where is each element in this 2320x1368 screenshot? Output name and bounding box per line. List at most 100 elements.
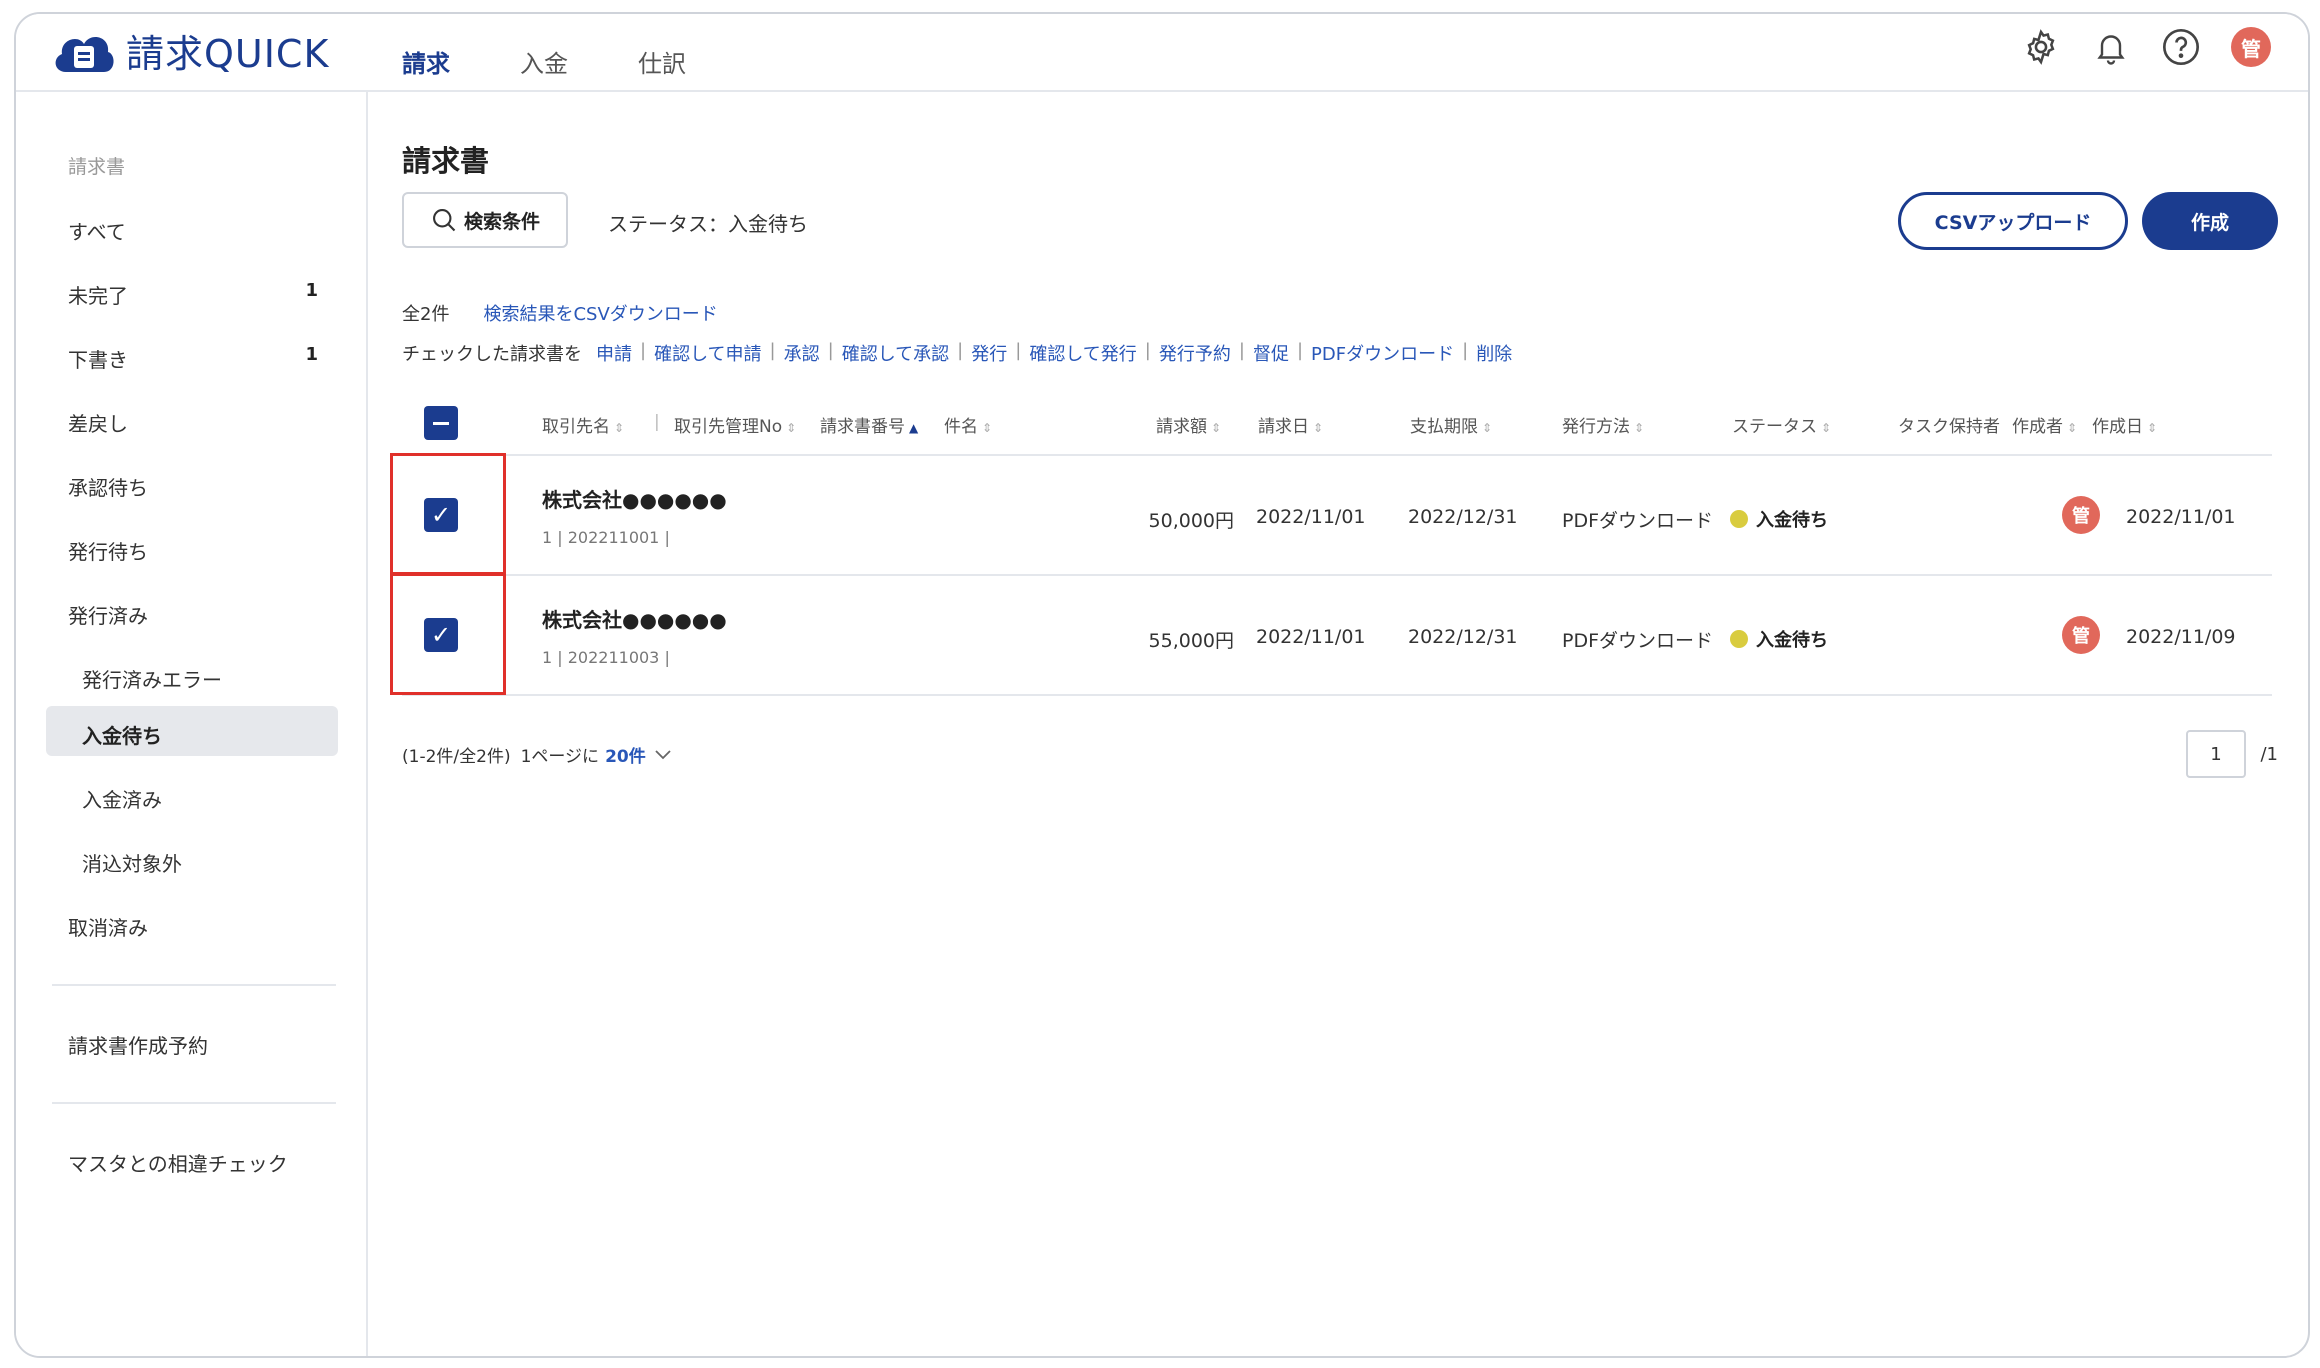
sidebar-item-reservation[interactable]: 請求書作成予約 [68, 1030, 318, 1059]
col-due[interactable]: 支払期限 ⇕ [1410, 412, 1492, 437]
sidebar-item-label: 承認待ち [68, 476, 148, 500]
separator: | [640, 340, 647, 361]
gear-icon[interactable] [2020, 26, 2062, 68]
header-icons: 管 [1992, 26, 2272, 68]
col-label: 支払期限 [1410, 417, 1478, 437]
sidebar-item-incomplete[interactable]: 未完了 1 [68, 280, 318, 309]
sidebar-item-master-check[interactable]: マスタとの相違チェック [68, 1148, 318, 1177]
col-amount[interactable]: 請求額 ⇕ [1156, 412, 1221, 437]
issue-method: PDFダウンロード [1562, 630, 1714, 652]
separator: | [1238, 340, 1245, 361]
page-number-input[interactable]: 1 [2186, 730, 2246, 778]
table-header: 取引先名 ⇕ | 取引先管理No ⇕ 請求書番号 ▲ 件名 ⇕ 請求額 ⇕ 請求日 ⇕ 支払… [402, 394, 2272, 456]
sort-icon: ⇕ [614, 421, 625, 435]
sort-icon: ⇕ [982, 421, 993, 435]
col-label: 取引先管理No [674, 417, 783, 437]
sidebar-item-issued-error[interactable]: 発行済みエラー [82, 664, 318, 693]
col-creator[interactable]: 作成者 ⇕ [2012, 412, 2077, 437]
sidebar-item-label: 入金済み [82, 788, 162, 812]
client-name[interactable]: 株式会社●●●●●● [542, 604, 727, 633]
sidebar-item-draft[interactable]: 下書き 1 [68, 344, 318, 373]
status-badge: 入金待ち [1730, 506, 1828, 532]
csv-download-link[interactable]: 検索結果をCSVダウンロード [483, 300, 717, 326]
sidebar-item-label: 消込対象外 [82, 852, 182, 876]
cloud-document-icon [50, 22, 116, 78]
sidebar-item-label: 請求書作成予約 [68, 1034, 208, 1058]
sidebar-divider [52, 1102, 336, 1104]
action-reminder[interactable]: 督促 [1253, 340, 1289, 366]
sidebar-item-label: 発行済み [68, 604, 148, 628]
sidebar-item-paid[interactable]: 入金済み [82, 784, 318, 813]
sidebar-section-title: 請求書 [68, 156, 126, 178]
col-invoice-no[interactable]: 請求書番号 ▲ [820, 412, 918, 437]
sidebar-item-all[interactable]: すべて [68, 216, 318, 245]
select-all-checkbox[interactable] [424, 406, 458, 440]
action-confirm-approve[interactable]: 確認して承認 [842, 340, 949, 366]
col-client[interactable]: 取引先名 ⇕ [542, 412, 624, 437]
table-row[interactable]: ✓ 株式会社●●●●●● 1 | 202211001 | 50,000円 202… [390, 453, 2272, 576]
bell-icon[interactable] [2090, 26, 2132, 68]
search-conditions-button[interactable]: 検索条件 [402, 192, 568, 248]
col-status[interactable]: ステータス ⇕ [1732, 412, 1831, 437]
tab-journal[interactable]: 仕訳 [638, 44, 686, 79]
tab-invoice[interactable]: 請求 [402, 44, 450, 79]
tab-payment[interactable]: 入金 [520, 44, 568, 79]
created-date: 2022/11/01 [2126, 506, 2236, 528]
action-delete[interactable]: 削除 [1476, 340, 1512, 366]
invoice-date: 2022/11/01 [1256, 506, 1366, 528]
sidebar-item-awaiting-approval[interactable]: 承認待ち [68, 472, 318, 501]
sidebar-item-label: 取消済み [68, 916, 148, 940]
sidebar-divider [52, 984, 336, 986]
col-method[interactable]: 発行方法 ⇕ [1562, 412, 1644, 437]
issue-method: PDFダウンロード [1562, 510, 1714, 532]
row-checkbox[interactable]: ✓ [424, 618, 458, 652]
table-row[interactable]: ✓ 株式会社●●●●●● 1 | 202211003 | 55,000円 202… [390, 573, 2272, 696]
main-nav: 請求 入金 仕訳 [402, 44, 756, 79]
sidebar-item-awaiting-issue[interactable]: 発行待ち [68, 536, 318, 565]
row-checkbox[interactable]: ✓ [424, 498, 458, 532]
create-button[interactable]: 作成 [2142, 192, 2278, 250]
creator-avatar: 管 [2062, 496, 2100, 534]
user-avatar[interactable]: 管 [2230, 26, 2272, 68]
status-badge: 入金待ち [1730, 626, 1828, 652]
check-icon: ✓ [430, 621, 452, 649]
sidebar-item-cancelled[interactable]: 取消済み [68, 912, 318, 941]
sidebar-item-awaiting-payment[interactable]: 入金待ち [82, 720, 318, 749]
separator: | [957, 340, 964, 361]
page-total: /1 [2260, 744, 2278, 765]
per-page-select[interactable]: 20件 [605, 742, 646, 767]
col-label: 請求日 [1258, 417, 1309, 437]
separator: | [827, 340, 834, 361]
client-name[interactable]: 株式会社●●●●●● [542, 484, 727, 513]
status-text: 入金待ち [1756, 510, 1828, 531]
chevron-down-icon[interactable] [654, 749, 672, 761]
col-date[interactable]: 請求日 ⇕ [1258, 412, 1323, 437]
sidebar-item-count: 1 [305, 344, 318, 365]
logo[interactable]: 請求QUICK [50, 22, 329, 78]
top-header: 請求QUICK 請求 入金 仕訳 管 [16, 14, 2308, 92]
sidebar-item-returned[interactable]: 差戻し [68, 408, 318, 437]
csv-upload-button[interactable]: CSVアップロード [1898, 192, 2128, 250]
action-issue[interactable]: 発行 [971, 340, 1007, 366]
sidebar-item-label: 差戻し [68, 412, 128, 436]
col-client-no[interactable]: 取引先管理No ⇕ [674, 412, 796, 437]
main-content: 請求書 検索条件 ステータス：入金待ち CSVアップロード 作成 全2件 検索結… [368, 92, 2308, 1356]
sort-icon: ⇕ [1821, 421, 1832, 435]
total-count: 全2件 [402, 304, 450, 325]
action-confirm-apply[interactable]: 確認して申請 [654, 340, 761, 366]
amount: 50,000円 [1148, 510, 1234, 532]
sidebar-item-count: 1 [305, 280, 318, 301]
sidebar-item-issued[interactable]: 発行済み [68, 600, 318, 629]
action-approve[interactable]: 承認 [784, 340, 820, 366]
col-subject[interactable]: 件名 ⇕ [944, 412, 992, 437]
col-created[interactable]: 作成日 ⇕ [2092, 412, 2157, 437]
status-filter-text: ステータス：入金待ち [608, 212, 808, 236]
action-confirm-issue[interactable]: 確認して発行 [1029, 340, 1136, 366]
action-apply[interactable]: 申請 [596, 340, 632, 366]
sort-icon: ⇕ [2067, 421, 2078, 435]
sidebar-item-excluded[interactable]: 消込対象外 [82, 848, 318, 877]
help-icon[interactable] [2160, 26, 2202, 68]
result-range: (1-2件/全2件) [402, 747, 511, 767]
action-pdf-download[interactable]: PDFダウンロード [1311, 340, 1454, 366]
action-schedule-issue[interactable]: 発行予約 [1159, 340, 1231, 366]
